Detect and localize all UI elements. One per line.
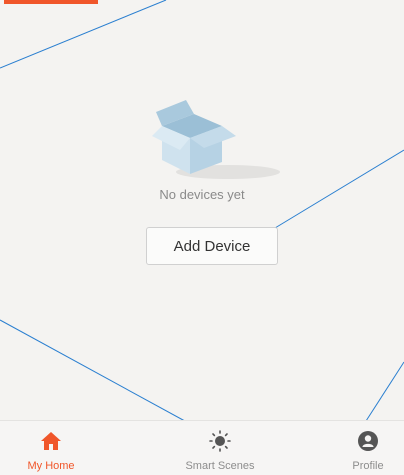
nav-item-label: My Home [27, 460, 75, 472]
nav-item-label: Smart Scenes [185, 460, 255, 472]
bottom-navigation: My Home Smart Scenes Profile [0, 420, 404, 475]
nav-item-profile[interactable]: Profile [336, 421, 400, 475]
empty-box-icon [152, 100, 280, 179]
empty-state-message: No devices yet [159, 187, 245, 202]
add-device-button[interactable]: Add Device [146, 227, 278, 265]
annotation-line [365, 361, 404, 422]
home-icon [41, 432, 61, 450]
nav-item-my-home[interactable]: My Home [10, 421, 92, 475]
profile-icon [358, 431, 378, 451]
active-tab-indicator [4, 0, 98, 4]
sun-icon [209, 430, 231, 452]
nav-item-smart-scenes[interactable]: Smart Scenes [170, 421, 270, 475]
annotation-line [0, 319, 206, 433]
nav-item-label: Profile [352, 460, 384, 472]
annotation-line [0, 0, 167, 69]
app-screen: No devices yet Add Device My Home Smart … [0, 0, 404, 475]
